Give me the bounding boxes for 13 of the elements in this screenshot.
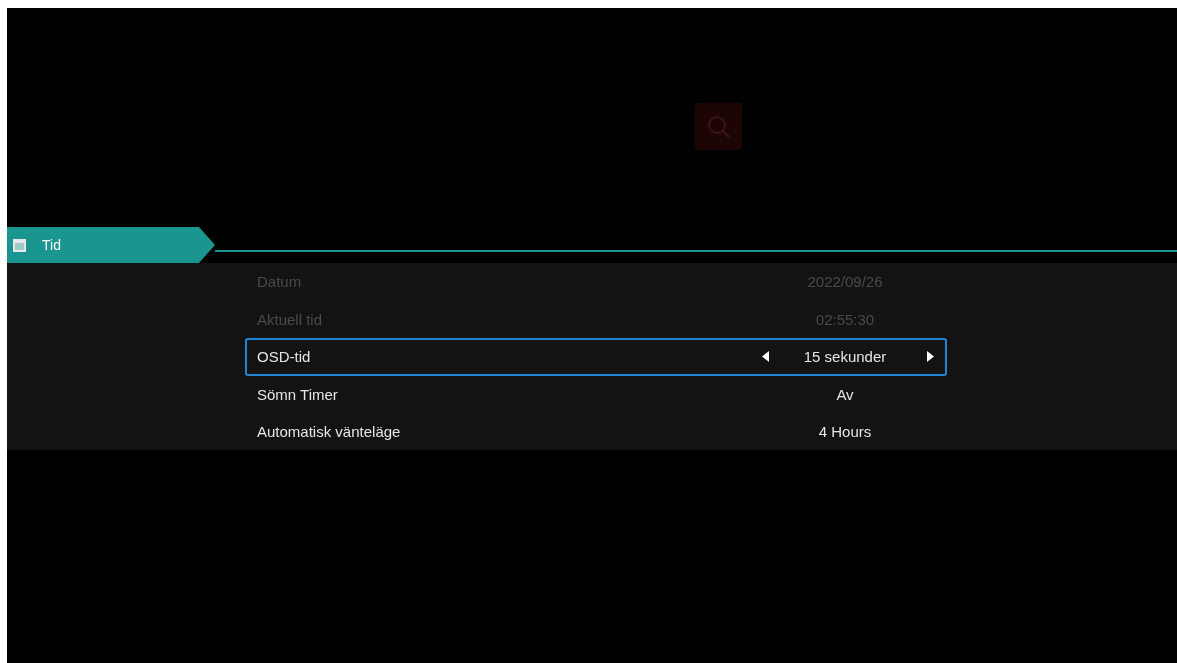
setting-row[interactable]: Automatisk vänteläge 4 Hours <box>245 413 947 451</box>
setting-row[interactable]: OSD-tid 15 sekunder <box>245 338 947 376</box>
setting-row[interactable]: Sömn Timer Av <box>245 375 947 413</box>
setting-value: 15 sekunder <box>802 348 888 366</box>
section-tab[interactable]: Tid <box>7 227 215 263</box>
calendar-icon <box>13 238 26 252</box>
setting-label: Automatisk vänteläge <box>257 423 402 441</box>
setting-value: 4 Hours <box>817 423 873 441</box>
right-arrow-icon[interactable] <box>926 351 934 363</box>
left-arrow-icon[interactable] <box>762 351 769 363</box>
setting-label: Sömn Timer <box>257 385 339 403</box>
setting-label: OSD-tid <box>257 348 312 366</box>
setting-value: Av <box>835 385 855 403</box>
